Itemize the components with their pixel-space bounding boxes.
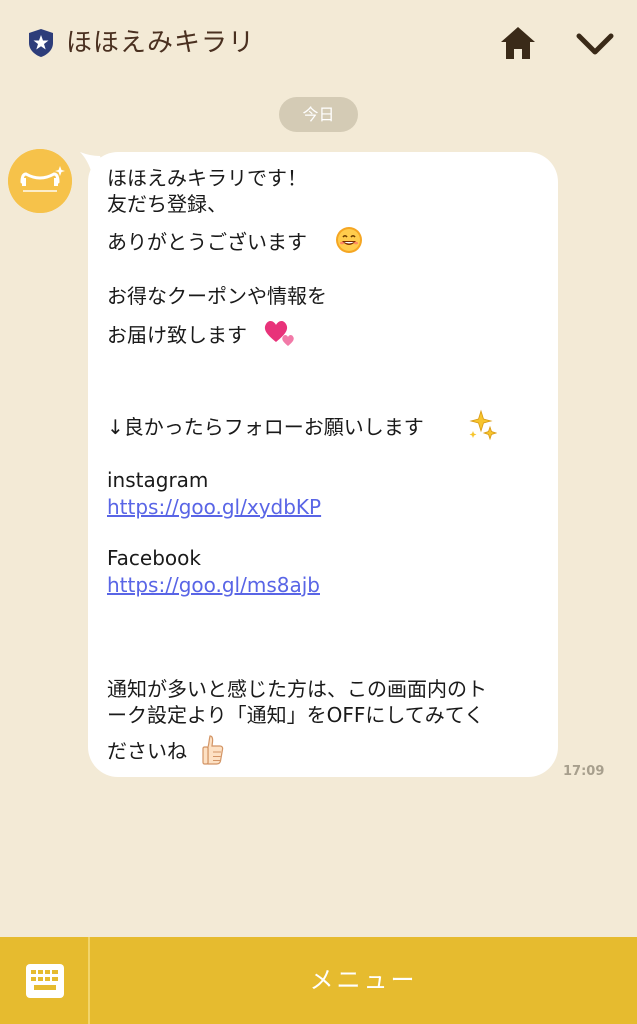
message-line: instagram — [107, 468, 209, 492]
date-separator: 今日 — [279, 97, 358, 132]
hearts-emoji-icon — [264, 321, 294, 346]
avatar[interactable] — [8, 149, 72, 213]
sparkles-emoji-icon — [469, 409, 497, 441]
message-line: 通知が多いと感じた方は、この画面内のト — [107, 677, 487, 701]
bottom-menu-bar: メニュー — [0, 937, 637, 1024]
shield-star-icon — [29, 29, 53, 57]
keyboard-icon — [26, 964, 64, 998]
message-line: お得なクーポンや情報を — [107, 284, 327, 308]
message-line: ーク設定より「通知」をOFFにしてみてく — [107, 703, 485, 727]
message-line: ありがとうございます — [107, 230, 307, 254]
keyboard-toggle-button[interactable] — [0, 937, 88, 1024]
message-line: ださいね — [107, 739, 187, 763]
grinning-emoji-icon — [336, 227, 362, 253]
message-line: Facebook — [107, 546, 201, 570]
message-line: ↓良かったらフォローお願いします — [107, 415, 424, 439]
header: ほほえみキラリ — [0, 0, 637, 84]
instagram-link[interactable]: https://goo.gl/xydbKP — [107, 494, 321, 520]
facebook-link[interactable]: https://goo.gl/ms8ajb — [107, 572, 320, 598]
chevron-down-icon[interactable] — [574, 28, 616, 60]
home-icon[interactable] — [498, 24, 538, 62]
chat-title: ほほえみキラリ — [66, 28, 256, 58]
message-line: ほほえみキラリです！ — [107, 166, 307, 190]
menu-button[interactable]: メニュー — [90, 937, 637, 1024]
message-line: 友だち登録、 — [107, 192, 227, 216]
thumbs-up-emoji-icon — [202, 735, 224, 765]
message-line: お届け致します — [107, 323, 247, 347]
message-timestamp: 17:09 — [563, 764, 605, 779]
account-logo-icon — [8, 149, 72, 213]
